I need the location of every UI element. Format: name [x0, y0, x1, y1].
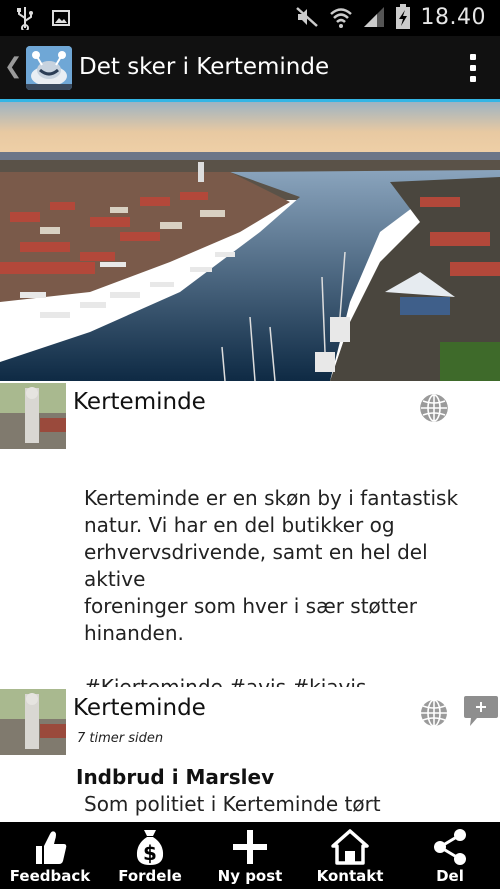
- globe-icon[interactable]: [419, 393, 449, 423]
- wifi-icon: [329, 8, 352, 28]
- hero-image: [0, 102, 500, 381]
- status-clock: 18.40: [420, 4, 486, 30]
- post-body-line: foreninger som hver i sær støtter: [84, 594, 418, 618]
- nav-ny-post-button[interactable]: Ny post: [200, 822, 300, 889]
- nav-fordele-button[interactable]: $ Fordele: [100, 822, 200, 889]
- usb-icon: [17, 7, 33, 30]
- nav-kontakt-button[interactable]: Kontakt: [300, 822, 400, 889]
- plus-icon: [233, 830, 267, 864]
- nav-label: Fordele: [118, 867, 182, 885]
- signal-icon: [363, 7, 384, 27]
- overflow-menu-icon[interactable]: [470, 54, 478, 82]
- post-author: Kerteminde: [73, 389, 206, 415]
- post-body-line: Kerteminde er en skøn by i fantastisk: [84, 486, 459, 510]
- avatar[interactable]: [0, 689, 66, 755]
- nav-del-button[interactable]: Del: [400, 822, 500, 889]
- post-body-line: natur. Vi har en del butikker og: [84, 513, 395, 537]
- post-body-line: erhvervsdrivende, samt en hel del aktive: [84, 540, 428, 591]
- money-bag-icon: $: [136, 830, 164, 865]
- svg-text:$: $: [143, 841, 157, 865]
- nav-label: Feedback: [9, 867, 91, 885]
- nav-label: Ny post: [217, 867, 283, 885]
- chevron-left-icon[interactable]: ❮: [4, 54, 22, 79]
- share-icon: [434, 829, 466, 865]
- comment-plus-icon[interactable]: [463, 694, 499, 728]
- status-bar: 18.40: [0, 0, 500, 36]
- post-body-line: Som politiet i Kerteminde tørt: [84, 792, 381, 816]
- post-card[interactable]: Kerteminde Kerteminde er en skøn by i fa…: [0, 381, 500, 699]
- nav-label: Del: [436, 867, 464, 885]
- nav-label: Kontakt: [316, 867, 384, 885]
- post-timestamp: 7 timer siden: [77, 731, 164, 746]
- action-bar: ❮ Det sker i Kerteminde: [0, 36, 500, 99]
- globe-icon[interactable]: [419, 698, 449, 728]
- home-icon: [331, 829, 369, 865]
- post-body-line: hinanden.: [84, 621, 184, 645]
- post-card[interactable]: Kerteminde 7 timer siden Indbrud i Marsl…: [0, 687, 500, 822]
- mute-icon: [295, 7, 318, 27]
- nav-feedback-button[interactable]: Feedback: [0, 822, 100, 889]
- page-title: Det sker i Kerteminde: [79, 54, 330, 80]
- app-logo-icon[interactable]: [26, 46, 72, 90]
- bottom-nav: Feedback $ Fordele Ny post Kontakt Del: [0, 822, 500, 889]
- avatar[interactable]: [0, 383, 66, 449]
- battery-charging-icon: [395, 4, 410, 29]
- thumbs-up-icon: [36, 831, 67, 864]
- image-notification-icon: [52, 10, 70, 26]
- post-headline[interactable]: Indbrud i Marslev: [76, 765, 274, 789]
- post-body: Kerteminde er en skøn by i fantastisk na…: [84, 485, 484, 701]
- post-author: Kerteminde: [73, 695, 206, 721]
